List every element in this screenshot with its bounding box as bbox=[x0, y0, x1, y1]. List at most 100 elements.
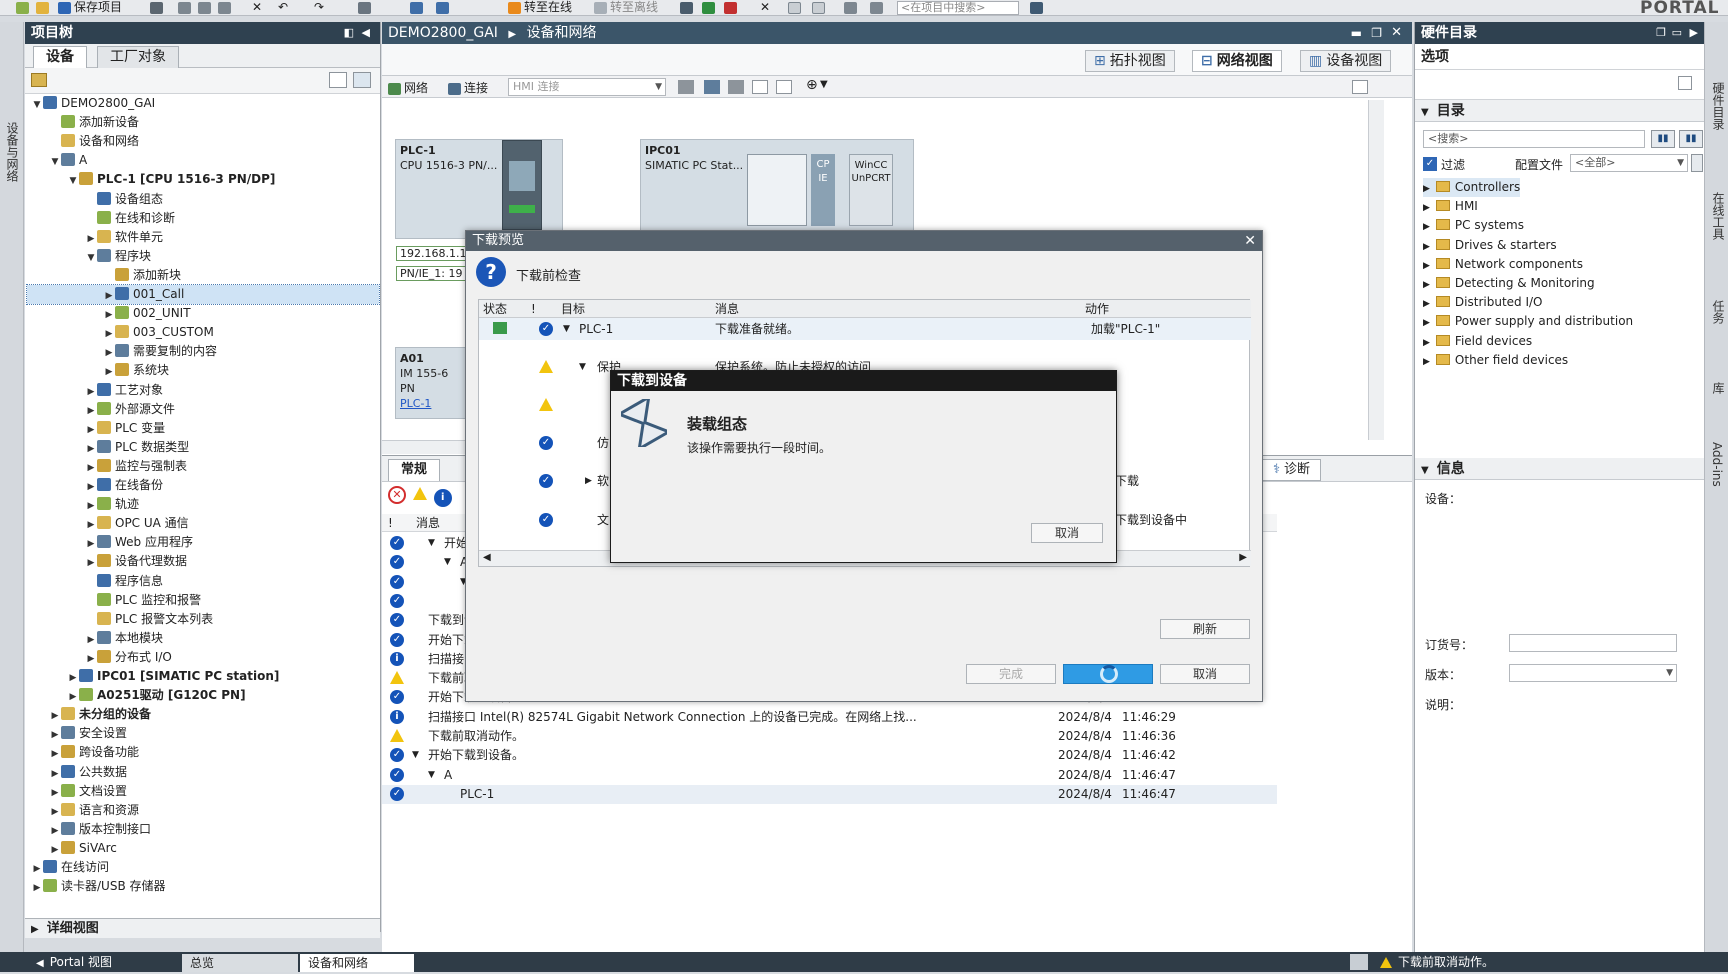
device-a01[interactable]: A01 IM 155-6 PN PLC-1 bbox=[395, 347, 467, 419]
log-row[interactable]: i 扫描接口 Intel(R) 82574L Gigabit Network Co… bbox=[382, 708, 1277, 727]
preview-close-icon[interactable]: ✕ bbox=[1244, 231, 1256, 251]
strip-online-tools[interactable]: 在线工具 bbox=[1710, 192, 1727, 240]
connect-mode-button[interactable]: 连接 bbox=[448, 79, 488, 96]
catalog-expand-icon[interactable]: ▶ bbox=[1423, 338, 1430, 348]
tree-item[interactable]: ▶ SiVArc bbox=[27, 839, 379, 858]
delete-icon[interactable]: ✕ bbox=[252, 0, 262, 16]
tree-item[interactable]: PLC 监控和报警 bbox=[27, 591, 379, 610]
tree-item[interactable]: ▶ IPC01 [SIMATIC PC station] bbox=[27, 667, 379, 686]
align-icon[interactable] bbox=[728, 80, 744, 94]
tree-item[interactable]: ▶ 需要复制的内容 bbox=[27, 342, 379, 361]
catalog-close-arrow-icon[interactable]: ▶ bbox=[1690, 22, 1698, 44]
options-toggle-icon[interactable] bbox=[1678, 76, 1692, 90]
catalog-expand-icon[interactable]: ▶ bbox=[1423, 357, 1430, 367]
catalog-category[interactable]: ▶ HMI bbox=[1423, 197, 1478, 216]
print-icon[interactable] bbox=[150, 0, 166, 16]
close-editor-icon[interactable]: ✕ bbox=[1391, 22, 1402, 44]
breadcrumb-devices-networks[interactable]: 设备和网络 bbox=[527, 25, 597, 41]
minimize-icon[interactable]: ▬ bbox=[1351, 22, 1362, 44]
stop-cpu-icon[interactable] bbox=[724, 0, 740, 16]
catalog-expand-icon[interactable]: ▶ bbox=[1423, 184, 1430, 194]
finish-button[interactable]: 完成 bbox=[966, 664, 1056, 684]
table-view-icon[interactable] bbox=[776, 80, 792, 94]
log-expand-icon[interactable]: ▼ bbox=[444, 553, 451, 572]
tree-item[interactable]: ▶ 设备代理数据 bbox=[27, 552, 379, 571]
tab-diagnostics[interactable]: ⚕ 诊断 bbox=[1262, 459, 1322, 481]
catalog-category[interactable]: ▶ Power supply and distribution bbox=[1423, 312, 1633, 331]
tree-item[interactable]: ▼ DEMO2800_GAI bbox=[27, 94, 379, 113]
tree-item[interactable]: PLC 报警文本列表 bbox=[27, 610, 379, 629]
tree-item[interactable]: ▶ 公共数据 bbox=[27, 763, 379, 782]
tree-item[interactable]: ▶ PLC 数据类型 bbox=[27, 438, 379, 457]
zoom-icon[interactable]: ⊕ bbox=[806, 77, 818, 93]
cut-icon[interactable] bbox=[178, 0, 194, 16]
strip-hardware-catalog[interactable]: 硬件目录 bbox=[1710, 82, 1727, 130]
tree-item[interactable]: ▶ 003_CUSTOM bbox=[27, 323, 379, 342]
go-online-button[interactable]: 转至在线 bbox=[508, 0, 572, 16]
tree-item[interactable]: ▶ 安全设置 bbox=[27, 724, 379, 743]
row-expand-icon[interactable]: ▶ bbox=[585, 470, 592, 492]
relations-icon[interactable] bbox=[678, 80, 694, 94]
taskbar-overview[interactable]: 总览 bbox=[182, 954, 298, 972]
tree-item[interactable]: ▶ 软件单元 bbox=[27, 228, 379, 247]
status-message[interactable]: 下载前取消动作。 bbox=[1380, 952, 1494, 972]
detail-view-section[interactable]: ▶ 详细视图 bbox=[25, 918, 380, 938]
tree-item[interactable]: ▼ 程序块 bbox=[27, 247, 379, 266]
tree-item[interactable]: ▶ 在线访问 bbox=[27, 858, 379, 877]
project-search-input[interactable]: <在项目中搜索> bbox=[897, 1, 1019, 15]
catalog-expand-icon[interactable]: ▶ bbox=[1423, 299, 1430, 309]
plc-1-port[interactable]: PN/IE_1: 19 bbox=[396, 266, 468, 281]
tab-plant-objects[interactable]: 工厂对象 bbox=[97, 46, 179, 68]
device-overview-icon[interactable] bbox=[31, 73, 47, 87]
tree-view-options-icon[interactable] bbox=[329, 72, 347, 88]
catalog-section[interactable]: ▼ 目录 bbox=[1415, 100, 1704, 122]
catalog-category[interactable]: ▶ Controllers bbox=[1423, 178, 1521, 197]
log-expand-icon[interactable]: ▼ bbox=[412, 746, 419, 765]
grid-icon[interactable] bbox=[752, 80, 768, 94]
tree-item[interactable]: ▶ 未分组的设备 bbox=[27, 705, 379, 724]
plc-1-ip-address[interactable]: 192.168.1.1 bbox=[396, 246, 468, 261]
upload-icon[interactable] bbox=[436, 0, 452, 16]
tree-expand-icon[interactable]: ▶ bbox=[31, 879, 43, 898]
tree-item[interactable]: 程序信息 bbox=[27, 572, 379, 591]
tree-item[interactable]: ▶ 跨设备功能 bbox=[27, 743, 379, 762]
compile-icon[interactable] bbox=[358, 0, 374, 16]
tab-general[interactable]: 常规 bbox=[388, 459, 441, 481]
progress-cancel-button[interactable]: 取消 bbox=[1031, 523, 1103, 543]
split-vertical-icon[interactable] bbox=[812, 0, 828, 16]
log-row[interactable]: ✓ ▼ 开始下载到设备。 2024/8/4 11:46:42 bbox=[382, 746, 1277, 765]
catalog-category[interactable]: ▶ Drives & starters bbox=[1423, 236, 1557, 255]
log-row[interactable]: 下载前取消动作。 2024/8/4 11:46:36 bbox=[382, 727, 1277, 746]
hmi-connection-select[interactable]: HMI 连接 ▼ bbox=[508, 78, 666, 96]
preview-cancel-button[interactable]: 取消 bbox=[1160, 664, 1250, 684]
strip-libraries[interactable]: 库 bbox=[1710, 382, 1727, 394]
tree-item[interactable]: ▶ Web 应用程序 bbox=[27, 533, 379, 552]
tree-item[interactable]: ▶ 001_Call bbox=[26, 284, 380, 305]
tree-item[interactable]: 添加新块 bbox=[27, 266, 379, 285]
devices-networks-strip-label[interactable]: 设备与网络 bbox=[4, 122, 21, 182]
tab-topology-view[interactable]: ⊞ 拓扑视图 bbox=[1085, 50, 1175, 72]
log-row[interactable]: ✓ PLC-1 2024/8/4 11:46:47 bbox=[382, 784, 1277, 804]
catalog-split-icon[interactable]: ▭ bbox=[1672, 22, 1682, 44]
tree-item[interactable]: ▶ 系统块 bbox=[27, 361, 379, 380]
catalog-expand-icon[interactable]: ▶ bbox=[1423, 261, 1430, 271]
undo-icon[interactable]: ↶ bbox=[278, 0, 288, 16]
search-binoculars-icon[interactable] bbox=[1030, 0, 1046, 16]
tree-item[interactable]: ▼ PLC-1 [CPU 1516-3 PN/DP] bbox=[27, 170, 379, 189]
catalog-expand-icon[interactable]: ▶ bbox=[1423, 318, 1430, 328]
row-collapse-icon[interactable]: ▼ bbox=[563, 318, 570, 340]
catalog-expand-icon[interactable]: ▶ bbox=[1423, 222, 1430, 232]
info-section[interactable]: ▼ 信息 bbox=[1415, 458, 1705, 480]
row-collapse-icon[interactable]: ▼ bbox=[579, 356, 586, 378]
tree-item[interactable]: ▶ PLC 变量 bbox=[27, 419, 379, 438]
tree-item[interactable]: ▶ 002_UNIT bbox=[27, 304, 379, 323]
tree-item[interactable]: ▶ 文档设置 bbox=[27, 782, 379, 801]
catalog-category[interactable]: ▶ Distributed I/O bbox=[1423, 293, 1543, 312]
search-next-icon[interactable]: ▮▮ bbox=[1651, 130, 1675, 148]
accessible-devices-icon[interactable] bbox=[680, 0, 696, 16]
filter-checkbox[interactable]: ✓ bbox=[1423, 157, 1437, 171]
tree-item[interactable]: ▶ 轨迹 bbox=[27, 495, 379, 514]
panel-close-arrow-icon[interactable]: ◀ bbox=[362, 22, 370, 44]
overview-navigation-icon[interactable] bbox=[1352, 80, 1368, 94]
tree-item[interactable]: ▶ 分布式 I/O bbox=[27, 648, 379, 667]
